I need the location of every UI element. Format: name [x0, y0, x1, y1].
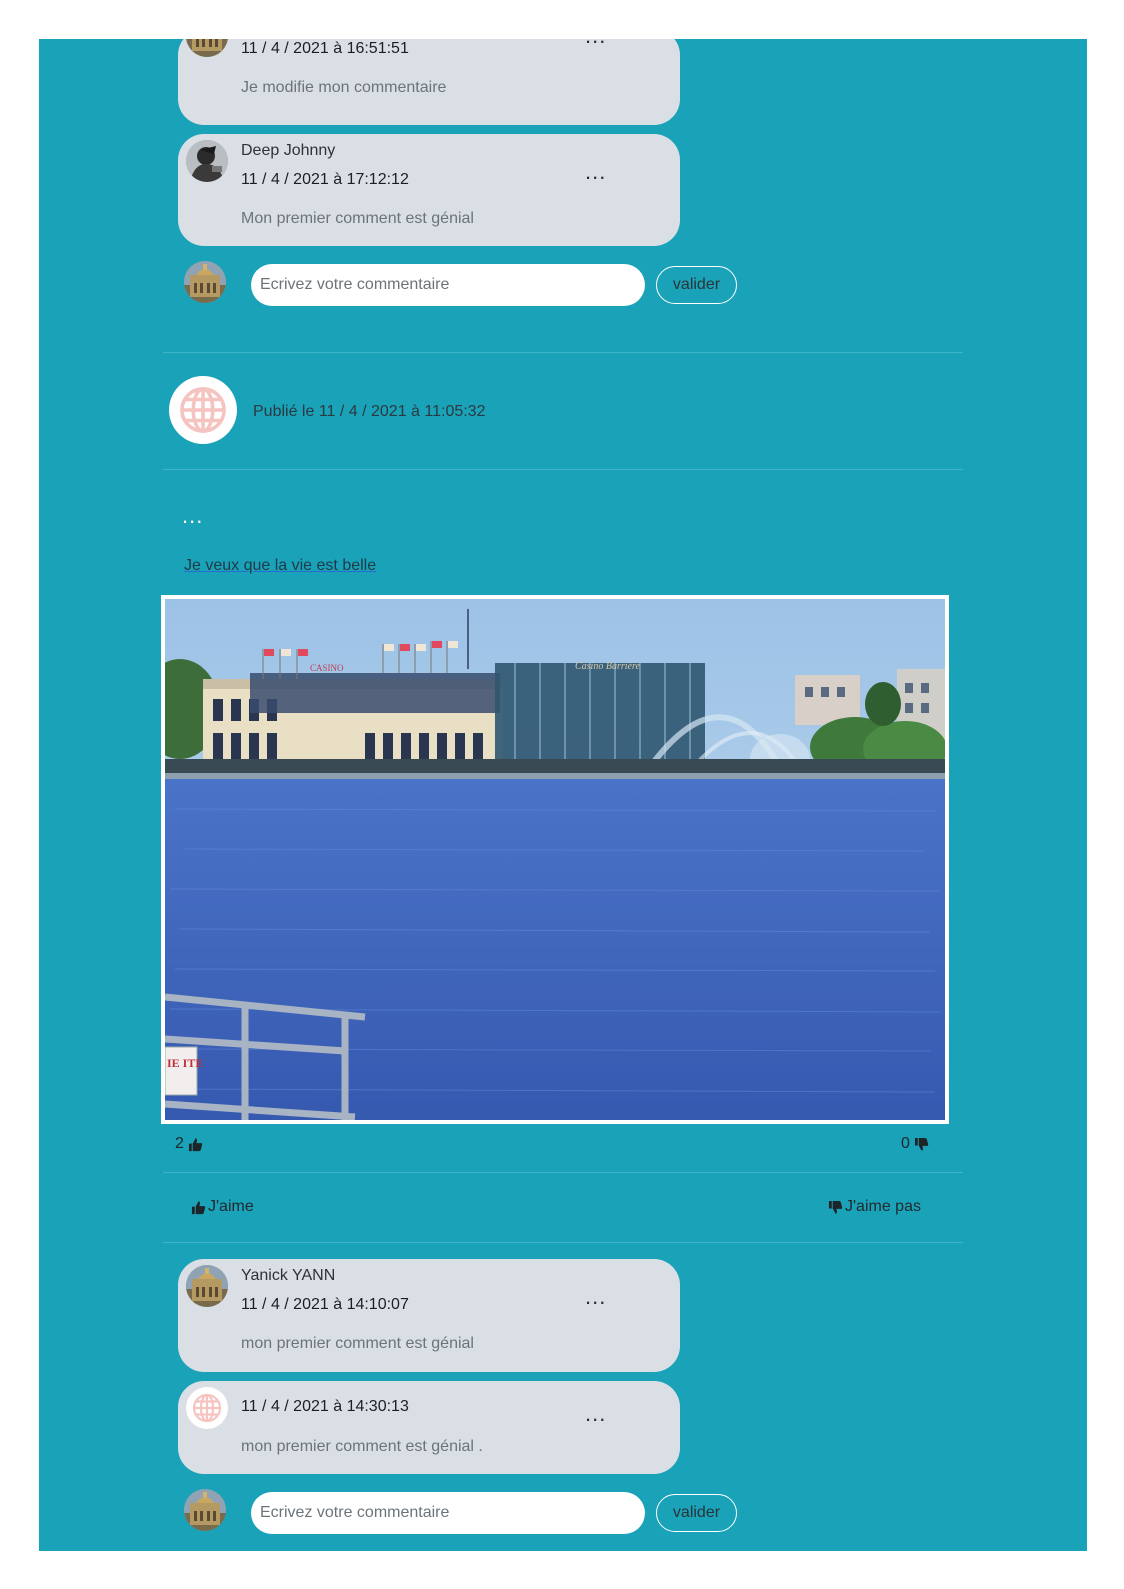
- divider: [163, 1242, 963, 1243]
- submit-comment-button[interactable]: valider: [656, 1494, 737, 1532]
- post-options-button[interactable]: ...: [182, 505, 203, 527]
- comment-text: mon premier comment est génial: [241, 1335, 474, 1352]
- divider: [163, 469, 963, 470]
- post-image[interactable]: CASINO Casino Barrière IE ITE: [161, 595, 949, 1124]
- dislike-button[interactable]: J'aime pas: [828, 1198, 921, 1216]
- comment-text: Je modifie mon commentaire: [241, 79, 447, 96]
- like-count: 2: [175, 1135, 203, 1153]
- user-avatar[interactable]: [186, 1387, 228, 1429]
- comment-author[interactable]: Deep Johnny: [241, 142, 335, 160]
- comment-options-button[interactable]: ...: [585, 39, 606, 47]
- current-user-avatar: [184, 261, 226, 303]
- user-avatar[interactable]: [186, 39, 228, 57]
- comment-card: ... 11 / 4 / 2021 à 16:51:51 Je modifie …: [178, 39, 680, 125]
- like-button-label: J'aime: [208, 1198, 254, 1215]
- current-user-avatar: [184, 1489, 226, 1531]
- user-avatar[interactable]: [186, 140, 228, 182]
- dislike-count: 0: [901, 1135, 929, 1153]
- comment-input[interactable]: [251, 264, 645, 306]
- building-sign: CASINO: [310, 663, 344, 673]
- comment-date: 11 / 4 / 2021 à 14:30:13: [241, 1398, 409, 1415]
- comment-date: 11 / 4 / 2021 à 17:12:12: [241, 171, 409, 188]
- divider: [163, 352, 963, 353]
- comment-date: 11 / 4 / 2021 à 16:51:51: [241, 40, 409, 57]
- like-count-value: 2: [175, 1135, 184, 1152]
- comment-options-button[interactable]: ...: [585, 1286, 606, 1308]
- dislike-count-value: 0: [901, 1135, 910, 1152]
- like-button[interactable]: J'aime: [191, 1198, 254, 1216]
- comment-input[interactable]: [251, 1492, 645, 1534]
- submit-comment-button[interactable]: valider: [656, 266, 737, 304]
- user-avatar[interactable]: [186, 1265, 228, 1307]
- post-text: Je veux que la vie est belle: [184, 557, 377, 574]
- feed: ... 11 / 4 / 2021 à 16:51:51 Je modifie …: [39, 39, 1087, 1551]
- post-date: Publié le 11 / 4 / 2021 à 11:05:32: [253, 403, 486, 420]
- thumbs-down-icon: [828, 1200, 843, 1215]
- comment-text: mon premier comment est génial .: [241, 1438, 483, 1455]
- comment-card: 11 / 4 / 2021 à 14:30:13 ... mon premier…: [178, 1381, 680, 1474]
- glass-sign: Casino Barrière: [575, 661, 640, 672]
- divider: [163, 1172, 963, 1173]
- thumbs-up-icon: [188, 1137, 203, 1152]
- thumbs-up-icon: [191, 1200, 206, 1215]
- railing-sign: IE ITE: [167, 1056, 203, 1070]
- comment-card: Deep Johnny 11 / 4 / 2021 à 17:12:12 ...…: [178, 134, 680, 246]
- comment-options-button[interactable]: ...: [585, 161, 606, 183]
- thumbs-down-icon: [914, 1137, 929, 1152]
- comment-card: Yanick YANN 11 / 4 / 2021 à 14:10:07 ...…: [178, 1259, 680, 1372]
- dislike-button-label: J'aime pas: [845, 1198, 921, 1215]
- comment-text: Mon premier comment est génial: [241, 210, 474, 227]
- comment-options-button[interactable]: ...: [585, 1403, 606, 1425]
- comment-author[interactable]: Yanick YANN: [241, 1267, 335, 1285]
- post-author-avatar[interactable]: [169, 376, 237, 444]
- comment-date: 11 / 4 / 2021 à 14:10:07: [241, 1296, 409, 1313]
